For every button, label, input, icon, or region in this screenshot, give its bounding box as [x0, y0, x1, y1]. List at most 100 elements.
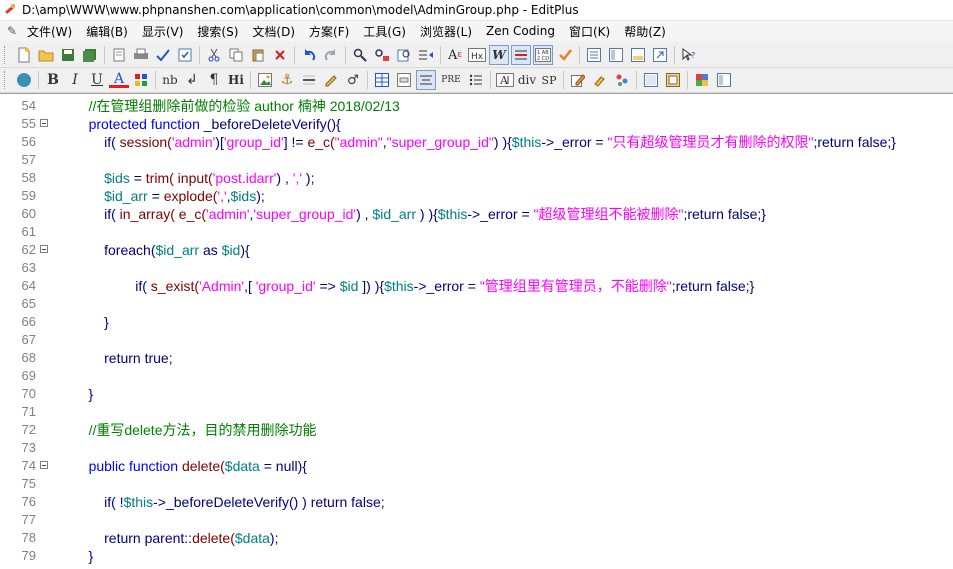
context-help-icon[interactable]: ?	[679, 45, 699, 65]
code-line[interactable]: 71	[0, 403, 953, 421]
menu-view[interactable]: 显示(V)	[135, 23, 191, 40]
underline-button[interactable]: U	[87, 70, 107, 90]
code-line[interactable]: 62 foreach($id_arr as $id){	[0, 241, 953, 259]
menu-help[interactable]: 帮助(Z)	[617, 23, 673, 40]
menu-file[interactable]: 文件(W)	[20, 23, 79, 40]
menu-window[interactable]: 窗口(K)	[562, 23, 617, 40]
replace-icon[interactable]	[372, 45, 392, 65]
browser-globe-icon[interactable]	[14, 70, 34, 90]
line-break-icon[interactable]: ↲	[182, 70, 202, 90]
save-all-icon[interactable]	[80, 45, 100, 65]
form-icon[interactable]	[394, 70, 414, 90]
menu-browser[interactable]: 浏览器(L)	[413, 23, 479, 40]
code-line[interactable]: 65	[0, 295, 953, 313]
code-line[interactable]: 77	[0, 511, 953, 529]
style-brush-icon[interactable]	[590, 70, 610, 90]
paragraph-button[interactable]: ¶	[204, 70, 224, 90]
center-icon[interactable]	[416, 70, 436, 90]
check-mark-icon[interactable]	[555, 45, 575, 65]
code-line[interactable]: 57	[0, 151, 953, 169]
pre-button[interactable]: PRE	[438, 70, 464, 90]
redo-icon[interactable]	[321, 45, 341, 65]
nbsp-button[interactable]: nb	[160, 70, 180, 90]
image-icon[interactable]	[255, 70, 275, 90]
script-icon[interactable]	[612, 70, 632, 90]
code-line[interactable]: 66 }	[0, 313, 953, 331]
menu-search[interactable]: 搜索(S)	[190, 23, 245, 40]
line-number-icon[interactable]	[511, 45, 531, 65]
code-line[interactable]: 68 return true;	[0, 349, 953, 367]
code-line[interactable]: 61	[0, 223, 953, 241]
code-line[interactable]: 60 if( in_array( e_c('admin','super_grou…	[0, 205, 953, 223]
marquee-icon[interactable]	[321, 70, 341, 90]
anchor-icon[interactable]: ⚓	[277, 70, 297, 90]
menu-zen-coding[interactable]: Zen Coding	[479, 24, 562, 38]
directory-window-icon[interactable]	[584, 45, 604, 65]
undo-icon[interactable]	[299, 45, 319, 65]
code-line[interactable]: 76 if( !$this->_beforeDeleteVerify() ) r…	[0, 493, 953, 511]
edit-pencil-icon[interactable]	[568, 70, 588, 90]
delete-icon[interactable]	[270, 45, 290, 65]
output-window-icon[interactable]	[628, 45, 648, 65]
code-line[interactable]: 69	[0, 367, 953, 385]
spell-check-icon[interactable]	[153, 45, 173, 65]
list-icon[interactable]	[466, 70, 486, 90]
menu-project[interactable]: 方案(F)	[302, 23, 356, 40]
find-in-files-icon[interactable]	[394, 45, 414, 65]
find-icon[interactable]	[350, 45, 370, 65]
ruler-icon[interactable]: 1 AB 2 CD	[533, 45, 553, 65]
hex-view-icon[interactable]: Hx	[467, 45, 487, 65]
save-icon[interactable]	[58, 45, 78, 65]
color-grid-icon[interactable]	[131, 70, 151, 90]
open-folder-icon[interactable]	[36, 45, 56, 65]
code-line[interactable]: 63	[0, 259, 953, 277]
bold-button[interactable]: B	[43, 70, 63, 90]
code-line[interactable]: 58 $ids = trim( input('post.idarr') , ',…	[0, 169, 953, 187]
code-line[interactable]: 75	[0, 475, 953, 493]
code-line[interactable]: 54 //在管理组删除前做的检验 author 楠神 2018/02/13	[0, 97, 953, 115]
font-tag-icon[interactable]: A	[495, 70, 515, 90]
window-icon[interactable]	[714, 70, 734, 90]
cliptext-window-icon[interactable]	[606, 45, 626, 65]
heading-button[interactable]: Hi	[226, 70, 246, 90]
goto-line-icon[interactable]	[416, 45, 436, 65]
font-color-button[interactable]: A	[109, 71, 129, 88]
div-button[interactable]: div	[517, 70, 537, 90]
copy-icon[interactable]	[226, 45, 246, 65]
frame-icon[interactable]	[641, 70, 661, 90]
code-line[interactable]: 74 public function delete($data = null){	[0, 457, 953, 475]
paste-icon[interactable]	[248, 45, 268, 65]
new-file-icon[interactable]	[14, 45, 34, 65]
word-wrap-icon[interactable]: W	[489, 45, 509, 65]
font-icon[interactable]: Aε	[445, 45, 465, 65]
menu-document[interactable]: 文档(D)	[245, 23, 302, 40]
italic-button[interactable]: I	[65, 70, 85, 90]
code-line[interactable]: 73	[0, 439, 953, 457]
fold-collapse-icon[interactable]	[40, 245, 48, 253]
fullscreen-icon[interactable]	[650, 45, 670, 65]
iframe-icon[interactable]	[663, 70, 683, 90]
code-line[interactable]: 55 protected function _beforeDeleteVerif…	[0, 115, 953, 133]
code-line[interactable]: 70 }	[0, 385, 953, 403]
table-icon[interactable]	[372, 70, 392, 90]
toolbar-grip[interactable]	[4, 46, 9, 64]
span-button[interactable]: SP	[539, 70, 559, 90]
code-line[interactable]: 79 }	[0, 547, 953, 565]
code-line[interactable]: 78 return parent::delete($data);	[0, 529, 953, 547]
code-line[interactable]: 59 $id_arr = explode(',',$ids);	[0, 187, 953, 205]
code-line[interactable]: 56 if( session('admin')['group_id'] != e…	[0, 133, 953, 151]
code-editor[interactable]: 54 //在管理组删除前做的检验 author 楠神 2018/02/13 55 …	[0, 93, 953, 569]
browser-preview-icon[interactable]	[175, 45, 195, 65]
color-picker-icon[interactable]	[692, 70, 712, 90]
print-icon[interactable]	[131, 45, 151, 65]
print-preview-icon[interactable]	[109, 45, 129, 65]
horizontal-rule-icon[interactable]	[299, 70, 319, 90]
menu-tools[interactable]: 工具(G)	[356, 23, 413, 40]
menu-edit[interactable]: 编辑(B)	[79, 23, 135, 40]
comment-icon[interactable]: ♂	[343, 70, 363, 90]
code-line[interactable]: 67	[0, 331, 953, 349]
code-line[interactable]: 64 if( s_exist('Admin',[ 'group_id' => $…	[0, 277, 953, 295]
toolbar-grip[interactable]	[4, 71, 9, 89]
code-line[interactable]: 72 //重写delete方法，目的禁用删除功能	[0, 421, 953, 439]
fold-collapse-icon[interactable]	[40, 119, 48, 127]
